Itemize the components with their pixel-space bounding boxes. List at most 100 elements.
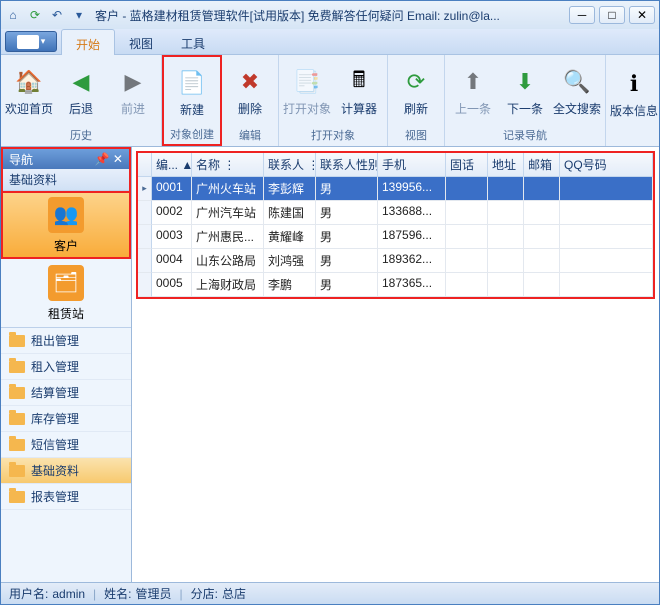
grid-header[interactable]: 联系人性别 ⋮ — [316, 153, 378, 177]
sidebar-tile-label: 租赁站 — [48, 305, 84, 322]
status-bar: 用户名: admin | 姓名: 管理员 | 分店: 总店 — [1, 582, 659, 604]
sidebar-item-basic[interactable]: 基础资料 — [1, 458, 131, 484]
minimize-button[interactable]: ─ — [569, 6, 595, 24]
grid-cell[interactable] — [524, 201, 560, 225]
grid-header[interactable]: 地址 — [488, 153, 524, 177]
refresh-icon[interactable]: ⟳ — [27, 7, 43, 23]
next-record-button[interactable]: ⬇下一条 — [501, 59, 549, 125]
back-button[interactable]: ◀后退 — [57, 59, 105, 125]
grid-cell[interactable] — [560, 201, 653, 225]
calculator-button[interactable]: 🖩计算器 — [335, 59, 383, 125]
grid-header[interactable]: QQ号码 — [560, 153, 653, 177]
back-icon: ◀ — [65, 66, 97, 98]
grid-cell[interactable]: 0004 — [152, 249, 192, 273]
row-indicator[interactable] — [138, 225, 152, 249]
grid-cell[interactable]: 男 — [316, 273, 378, 297]
grid-cell[interactable]: 0005 — [152, 273, 192, 297]
grid-cell[interactable]: 广州汽车站 — [192, 201, 264, 225]
fulltext-search-button[interactable]: 🔍全文搜索 — [553, 59, 601, 125]
ribbon-group-title: 记录导航 — [449, 126, 601, 144]
row-indicator[interactable] — [138, 249, 152, 273]
arrow-up-icon: ⬆ — [457, 66, 489, 98]
grid-cell[interactable] — [488, 225, 524, 249]
grid-header[interactable]: 固话 — [446, 153, 488, 177]
grid-cell[interactable] — [560, 273, 653, 297]
grid-header[interactable]: 联系人 ⋮ — [264, 153, 316, 177]
tab-tools[interactable]: 工具 — [167, 29, 219, 54]
grid-cell[interactable] — [560, 225, 653, 249]
sidebar: 导航 📌 ✕ 基础资料 👥 客户 🗂 租赁站 租出管理 租入管理 结算管理 库存… — [1, 147, 132, 582]
sidebar-item-rent-out[interactable]: 租出管理 — [1, 328, 131, 354]
grid-cell[interactable]: 男 — [316, 225, 378, 249]
grid-header[interactable]: 编... ▲ — [152, 153, 192, 177]
version-button[interactable]: ℹ版本信息 — [610, 61, 658, 127]
grid-header[interactable]: 名称 ⋮ — [192, 153, 264, 177]
grid-cell[interactable] — [560, 177, 653, 201]
grid-cell[interactable] — [446, 273, 488, 297]
grid-cell[interactable]: 0001 — [152, 177, 192, 201]
sidebar-tile-customer[interactable]: 👥 客户 — [1, 191, 131, 259]
sidebar-item-stock[interactable]: 库存管理 — [1, 406, 131, 432]
grid-cell[interactable]: 黄耀峰 — [264, 225, 316, 249]
grid-cell[interactable]: 187365... — [378, 273, 446, 297]
new-button[interactable]: 📄新建 — [168, 59, 216, 125]
grid-cell[interactable] — [446, 177, 488, 201]
tab-view[interactable]: 视图 — [115, 29, 167, 54]
welcome-button[interactable]: 🏠欢迎首页 — [5, 59, 53, 125]
dropdown-icon[interactable]: ▾ — [71, 7, 87, 23]
grid-cell[interactable] — [488, 249, 524, 273]
delete-button[interactable]: ✖删除 — [226, 59, 274, 125]
grid-cell[interactable]: 139956... — [378, 177, 446, 201]
grid-cell[interactable]: 0003 — [152, 225, 192, 249]
row-indicator[interactable]: ▸ — [138, 177, 152, 201]
grid-cell[interactable]: 刘鸿强 — [264, 249, 316, 273]
grid-cell[interactable]: 陈建国 — [264, 201, 316, 225]
grid-cell[interactable]: 李鹏 — [264, 273, 316, 297]
sidebar-item-report[interactable]: 报表管理 — [1, 484, 131, 510]
undo-icon[interactable]: ↶ — [49, 7, 65, 23]
grid-cell[interactable]: 187596... — [378, 225, 446, 249]
grid-header[interactable]: 手机 — [378, 153, 446, 177]
grid-cell[interactable] — [560, 249, 653, 273]
grid-header[interactable]: 邮箱 — [524, 153, 560, 177]
grid-cell[interactable]: 男 — [316, 249, 378, 273]
grid-cell[interactable] — [446, 225, 488, 249]
grid-cell[interactable] — [446, 201, 488, 225]
tab-start[interactable]: 开始 — [61, 29, 115, 55]
sidebar-tile-rent[interactable]: 🗂 租赁站 — [1, 259, 131, 327]
row-indicator[interactable] — [138, 201, 152, 225]
sidebar-section-basic[interactable]: 基础资料 — [3, 169, 129, 191]
grid-cell[interactable]: 上海财政局 — [192, 273, 264, 297]
grid-cell[interactable]: 李彭辉 — [264, 177, 316, 201]
grid-cell[interactable]: 133688... — [378, 201, 446, 225]
home-icon[interactable]: ⌂ — [5, 7, 21, 23]
app-menu-button[interactable]: ▾ — [5, 31, 57, 52]
grid-cell[interactable]: 0002 — [152, 201, 192, 225]
ribbon-group-title: 历史 — [5, 126, 157, 144]
refresh-button[interactable]: ⟳刷新 — [392, 59, 440, 125]
grid-cell[interactable] — [488, 273, 524, 297]
pin-icon[interactable]: 📌 ✕ — [95, 152, 123, 166]
row-indicator[interactable] — [138, 273, 152, 297]
grid-cell[interactable] — [488, 177, 524, 201]
sidebar-item-sms[interactable]: 短信管理 — [1, 432, 131, 458]
calculator-icon: 🖩 — [343, 66, 375, 98]
info-icon: ℹ — [618, 68, 650, 100]
grid-cell[interactable]: 189362... — [378, 249, 446, 273]
grid-cell[interactable] — [524, 225, 560, 249]
maximize-button[interactable]: □ — [599, 6, 625, 24]
ribbon-group-title: 打开对象 — [283, 126, 383, 144]
grid-cell[interactable] — [446, 249, 488, 273]
grid-cell[interactable]: 男 — [316, 201, 378, 225]
grid-cell[interactable] — [524, 273, 560, 297]
grid-cell[interactable] — [488, 201, 524, 225]
grid-cell[interactable] — [524, 177, 560, 201]
grid-cell[interactable]: 山东公路局 — [192, 249, 264, 273]
grid-cell[interactable]: 广州火车站 — [192, 177, 264, 201]
sidebar-item-settle[interactable]: 结算管理 — [1, 380, 131, 406]
sidebar-item-rent-in[interactable]: 租入管理 — [1, 354, 131, 380]
grid-cell[interactable]: 男 — [316, 177, 378, 201]
grid-cell[interactable]: 广州惠民... — [192, 225, 264, 249]
grid-cell[interactable] — [524, 249, 560, 273]
close-button[interactable]: ✕ — [629, 6, 655, 24]
